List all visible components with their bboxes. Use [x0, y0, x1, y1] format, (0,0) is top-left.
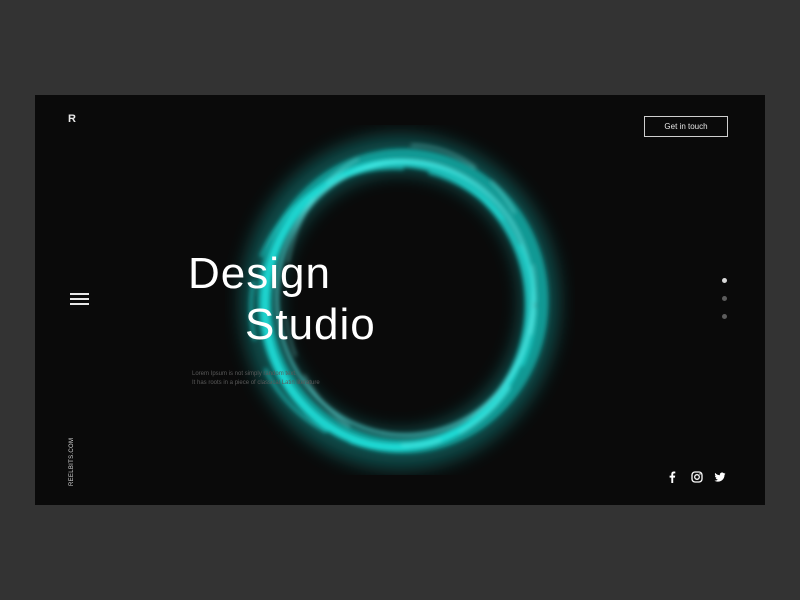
menu-line: [70, 293, 89, 295]
pagination-dot-3[interactable]: [722, 314, 727, 319]
hero-panel: R Get in touch REELBITS.COM Design Studi…: [35, 95, 765, 505]
menu-icon[interactable]: [70, 292, 90, 306]
pagination-dot-1[interactable]: [722, 278, 727, 283]
hero-title-line2: Studio: [245, 300, 376, 349]
hero-title-line1: Design: [188, 249, 331, 298]
brand-logo[interactable]: R: [68, 113, 76, 125]
menu-line: [70, 298, 89, 300]
slide-pagination: [722, 278, 730, 322]
get-in-touch-button[interactable]: Get in touch: [644, 116, 728, 137]
hero-description-line1: Lorem Ipsum is not simply random text.: [192, 371, 297, 377]
hero-description-line2: It has roots in a piece of classical Lat…: [192, 380, 320, 386]
facebook-icon[interactable]: [668, 471, 676, 483]
pagination-dot-2[interactable]: [722, 296, 727, 301]
twitter-icon[interactable]: [714, 471, 726, 483]
menu-line: [70, 303, 89, 305]
site-url: REELBITS.COM: [69, 437, 75, 486]
instagram-icon[interactable]: [691, 471, 703, 483]
